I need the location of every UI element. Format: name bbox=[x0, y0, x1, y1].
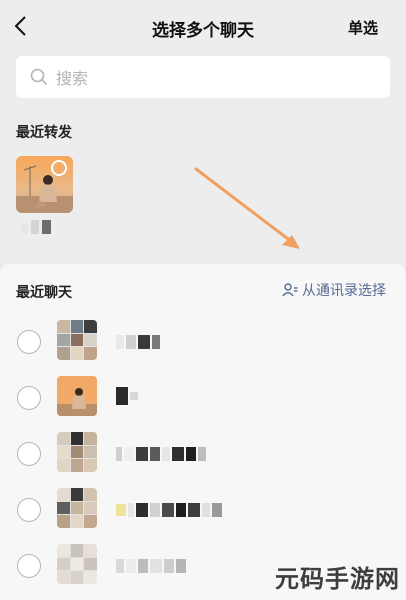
contacts-icon bbox=[282, 283, 298, 297]
contacts-link-label: 从通讯录选择 bbox=[302, 283, 386, 299]
search-input[interactable]: 搜索 bbox=[16, 56, 390, 98]
recent-forward-heading: 最近转发 bbox=[16, 125, 72, 141]
select-radio[interactable] bbox=[17, 498, 41, 522]
single-select-button[interactable]: 单选 bbox=[348, 17, 378, 38]
page-title: 选择多个聊天 bbox=[152, 21, 254, 41]
chat-name-pixelated bbox=[116, 559, 186, 573]
chat-row[interactable] bbox=[0, 481, 406, 537]
chat-row[interactable] bbox=[0, 313, 406, 369]
chat-name-pixelated bbox=[116, 447, 206, 461]
chat-name-pixelated bbox=[116, 503, 222, 517]
group-avatar bbox=[57, 320, 97, 360]
select-radio[interactable] bbox=[17, 442, 41, 466]
group-avatar bbox=[57, 432, 97, 472]
select-radio[interactable] bbox=[17, 330, 41, 354]
navigation-bar: 选择多个聊天 单选 bbox=[0, 0, 406, 52]
select-radio[interactable] bbox=[17, 386, 41, 410]
select-radio[interactable] bbox=[17, 554, 41, 578]
recent-forward-name-pixelated bbox=[22, 220, 51, 234]
avatar bbox=[57, 376, 97, 416]
group-avatar bbox=[57, 544, 97, 584]
chat-name-pixelated bbox=[116, 387, 138, 405]
chat-row[interactable] bbox=[0, 425, 406, 481]
select-from-contacts-link[interactable]: 从通讯录选择 bbox=[282, 280, 386, 300]
annotation-arrow-icon bbox=[194, 167, 300, 249]
watermark: 元码手游网 bbox=[275, 565, 400, 593]
recent-chats-heading: 最近聊天 bbox=[16, 285, 72, 301]
search-placeholder: 搜索 bbox=[56, 69, 89, 88]
chat-name-pixelated bbox=[116, 335, 160, 349]
group-avatar bbox=[57, 488, 97, 528]
chat-row[interactable] bbox=[0, 369, 406, 425]
search-icon bbox=[30, 68, 48, 86]
recent-forward-checkbox[interactable] bbox=[51, 160, 67, 176]
